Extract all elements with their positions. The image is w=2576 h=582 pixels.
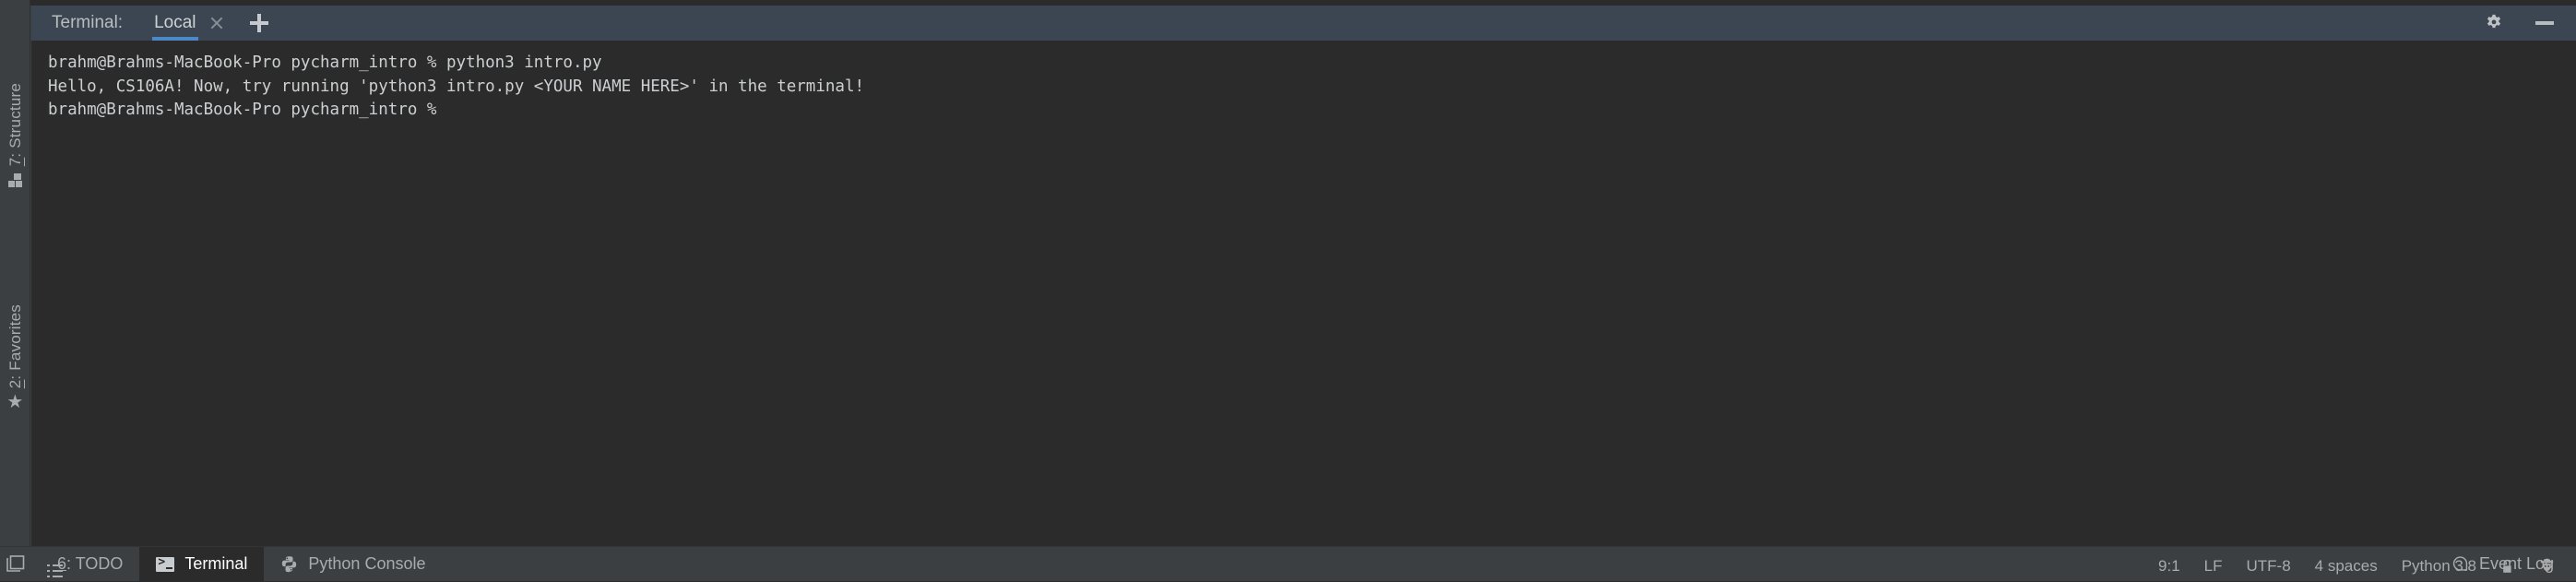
plus-icon[interactable] xyxy=(249,14,268,32)
sidebar-item-favorites-text: : Favorites xyxy=(6,304,24,380)
bottom-tab-python-console-label: Python Console xyxy=(308,554,426,573)
inspector-icon[interactable] xyxy=(2538,558,2556,576)
window-stack-icon[interactable] xyxy=(0,547,30,582)
bottom-tab-todo-text: : TODO xyxy=(66,554,124,573)
bottom-tab-todo[interactable]: 6: TODO xyxy=(30,547,139,582)
structure-icon xyxy=(0,168,30,192)
status-bar: 9:1 LF UTF-8 4 spaces Python 3.8 xyxy=(2158,552,2556,581)
bottom-tab-terminal-label: Terminal xyxy=(184,554,248,573)
terminal-tab-local-label: Local xyxy=(154,13,196,32)
minimize-icon[interactable] xyxy=(2535,21,2554,25)
pycharm-window: 7: Structure ★ 2: Favorites Terminal: Lo… xyxy=(0,0,2576,582)
terminal-line: Hello, CS106A! Now, try running 'python3… xyxy=(48,77,865,96)
bottom-tab-todo-label: 6: TODO xyxy=(57,554,123,574)
sidebar-item-favorites-label: 2: Favorites xyxy=(0,304,30,388)
terminal-tool-window-header: Terminal: Local xyxy=(31,6,2576,41)
star-icon: ★ xyxy=(6,392,24,413)
sidebar-item-favorites-number: 2 xyxy=(6,379,24,389)
sidebar-item-structure-text: : Structure xyxy=(6,83,24,158)
header-actions xyxy=(2484,13,2576,33)
status-line-separator[interactable]: LF xyxy=(2204,557,2223,576)
python-icon xyxy=(280,555,298,573)
status-encoding[interactable]: UTF-8 xyxy=(2247,557,2291,576)
unlocked-icon[interactable] xyxy=(2500,559,2514,575)
bottom-tab-terminal[interactable]: Terminal xyxy=(139,546,265,582)
left-tool-rail: 7: Structure ★ 2: Favorites xyxy=(0,0,30,546)
close-icon[interactable] xyxy=(209,16,224,30)
tool-window-title: Terminal: xyxy=(52,13,124,32)
status-interpreter[interactable]: Python 3.8 xyxy=(2402,557,2476,576)
terminal-line: brahm@Brahms-MacBook-Pro pycharm_intro %… xyxy=(48,53,602,72)
terminal-line: brahm@Brahms-MacBook-Pro pycharm_intro % xyxy=(48,101,446,119)
sidebar-item-structure-number: 7 xyxy=(6,157,24,167)
status-indent[interactable]: 4 spaces xyxy=(2315,557,2378,576)
terminal-tab-local[interactable]: Local xyxy=(152,6,198,41)
bottom-tab-python-console[interactable]: Python Console xyxy=(264,547,442,582)
sidebar-item-favorites[interactable]: ★ 2: Favorites xyxy=(0,304,30,414)
gear-icon[interactable] xyxy=(2484,13,2504,33)
sidebar-item-structure-label: 7: Structure xyxy=(0,83,30,166)
status-caret-position[interactable]: 9:1 xyxy=(2158,557,2180,576)
terminal-output[interactable]: brahm@Brahms-MacBook-Pro pycharm_intro %… xyxy=(31,41,2576,546)
terminal-icon xyxy=(156,555,175,572)
sidebar-item-structure[interactable]: 7: Structure xyxy=(0,83,30,192)
